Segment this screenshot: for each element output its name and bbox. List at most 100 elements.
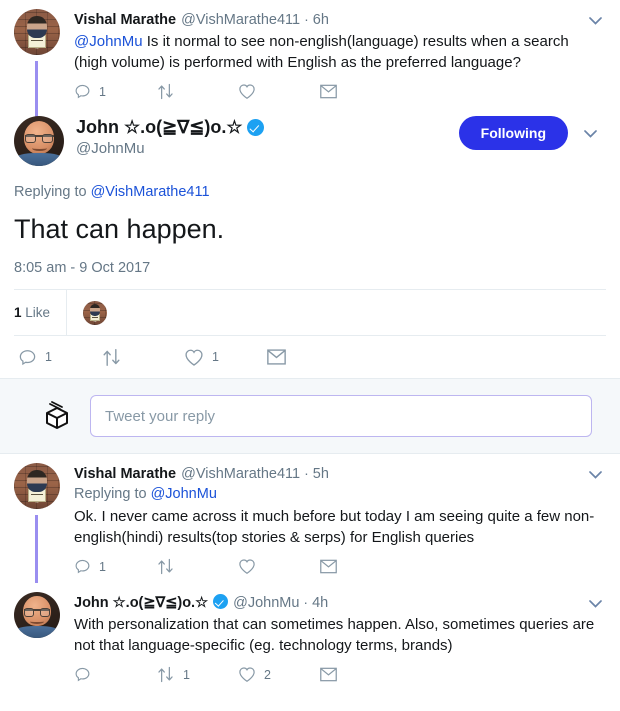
retweet-icon [101, 348, 122, 367]
heart-icon [238, 558, 256, 575]
avatar-column [14, 9, 62, 108]
tweet-header: Vishal Marathe @VishMarathe411 · 6h [74, 9, 606, 30]
author-name[interactable]: John ☆.o(≧∇≦)o.☆ [74, 593, 208, 613]
liker-avatar[interactable] [83, 301, 107, 325]
reply-action[interactable]: 1 [74, 558, 156, 575]
reply-input[interactable] [90, 395, 592, 437]
tweet-text: Ok. I never came across it much before b… [74, 505, 606, 548]
cube-logo-icon [40, 399, 74, 433]
separator-dot: · [303, 592, 308, 612]
replying-to-handle[interactable]: @JohnMu [151, 486, 217, 502]
action-bar: 1 [74, 550, 606, 583]
author-handle[interactable]: @VishMarathe411 [181, 464, 300, 484]
dm-action[interactable] [320, 84, 402, 99]
reply-icon [74, 558, 91, 575]
tweet-text-body: Is it normal to see non-english(language… [74, 33, 569, 71]
reply-count: 1 [99, 560, 106, 574]
likes-word: Like [25, 305, 50, 320]
separator-dot: · [304, 463, 309, 483]
mention-link[interactable]: @JohnMu [74, 33, 143, 50]
thread-connector-line [35, 515, 38, 592]
retweet-icon [156, 666, 175, 683]
reply-composer [0, 378, 620, 454]
tweet-options-caret[interactable] [584, 594, 606, 614]
avatar[interactable] [14, 9, 60, 55]
author-handle[interactable]: @VishMarathe411 [181, 10, 300, 30]
dm-action[interactable] [320, 559, 402, 574]
main-action-bar: 1 1 [14, 336, 606, 378]
liker-avatars [66, 290, 107, 335]
reply-icon [18, 348, 37, 367]
avatar-sign [28, 35, 46, 48]
reply-count: 1 [99, 85, 106, 99]
author-handle[interactable]: @JohnMu [76, 139, 459, 159]
retweet-action[interactable] [101, 348, 184, 367]
likes-count-label[interactable]: 1 Like [14, 305, 66, 320]
replying-to-handle[interactable]: @VishMarathe411 [91, 184, 210, 200]
timestamp-relative[interactable]: 5h [313, 464, 329, 484]
reply-icon [74, 83, 91, 100]
like-action[interactable] [238, 558, 320, 575]
timestamp-relative[interactable]: 4h [312, 593, 328, 613]
main-tweet-options-caret[interactable] [584, 125, 606, 141]
heart-icon [184, 348, 204, 367]
parent-tweet[interactable]: Vishal Marathe @VishMarathe411 · 6h @Joh… [0, 0, 620, 108]
main-tweet-text: That can happen. [14, 203, 606, 246]
replying-to-line: Replying to @JohnMu [74, 484, 606, 505]
retweet-icon [156, 83, 175, 100]
chevron-down-icon [584, 130, 597, 138]
verified-badge-icon [247, 119, 264, 136]
avatar-column [14, 592, 62, 691]
action-bar: 1 2 [74, 658, 606, 691]
like-action[interactable]: 2 [238, 666, 320, 683]
reply-count: 1 [45, 350, 52, 364]
author-name[interactable]: Vishal Marathe [74, 10, 176, 30]
like-action[interactable]: 1 [184, 348, 267, 367]
tweet-text: With personalization that can sometimes … [74, 613, 606, 656]
replying-to-line: Replying to @VishMarathe411 [14, 166, 606, 203]
retweet-count: 1 [183, 668, 190, 682]
reply-action[interactable]: 1 [18, 348, 101, 367]
reply-tweet[interactable]: John ☆.o(≧∇≦)o.☆ @JohnMu · 4h With perso… [0, 583, 620, 691]
following-button[interactable]: Following [459, 116, 568, 150]
avatar-column [14, 463, 62, 583]
likes-count-number: 1 [14, 305, 22, 320]
verified-badge-icon [213, 594, 228, 609]
like-action[interactable] [238, 83, 320, 100]
avatar[interactable] [14, 116, 64, 166]
replying-to-prefix: Replying to [74, 486, 151, 502]
tweet-options-caret[interactable] [584, 11, 606, 31]
replying-to-prefix: Replying to [14, 184, 91, 200]
likes-summary-row: 1 Like [14, 289, 606, 336]
avatar[interactable] [14, 592, 60, 638]
avatar[interactable] [14, 463, 60, 509]
separator-dot: · [304, 9, 309, 29]
timestamp-relative[interactable]: 6h [313, 10, 329, 30]
like-count: 2 [264, 668, 271, 682]
tweet-header: Vishal Marathe @VishMarathe411 · 5h [74, 463, 606, 484]
dm-action[interactable] [320, 667, 402, 682]
tweet-header: John ☆.o(≧∇≦)o.☆ @JohnMu · 4h [74, 592, 606, 613]
envelope-icon [320, 559, 337, 574]
like-count: 1 [212, 350, 219, 364]
author-handle[interactable]: @JohnMu [233, 593, 299, 613]
author-name[interactable]: Vishal Marathe [74, 464, 176, 484]
dm-action[interactable] [267, 349, 350, 365]
retweet-action[interactable] [156, 83, 238, 100]
composer-avatar[interactable] [40, 399, 74, 433]
reply-tweet[interactable]: Vishal Marathe @VishMarathe411 · 5h Repl… [0, 454, 620, 583]
reply-action[interactable]: 1 [74, 83, 156, 100]
tweet-options-caret[interactable] [584, 465, 606, 485]
reply-icon [74, 666, 91, 683]
main-tweet: John ☆.o(≧∇≦)o.☆ @JohnMu Following Reply… [0, 108, 620, 378]
reply-action[interactable] [74, 666, 156, 683]
main-tweet-header: John ☆.o(≧∇≦)o.☆ @JohnMu Following [14, 108, 606, 166]
retweet-action[interactable]: 1 [156, 666, 238, 683]
author-name[interactable]: John ☆.o(≧∇≦)o.☆ [76, 116, 242, 138]
chevron-down-icon [589, 17, 602, 25]
chevron-down-icon [589, 600, 602, 608]
main-tweet-timestamp[interactable]: 8:05 am - 9 Oct 2017 [14, 246, 606, 289]
envelope-icon [320, 667, 337, 682]
retweet-action[interactable] [156, 558, 238, 575]
heart-icon [238, 83, 256, 100]
